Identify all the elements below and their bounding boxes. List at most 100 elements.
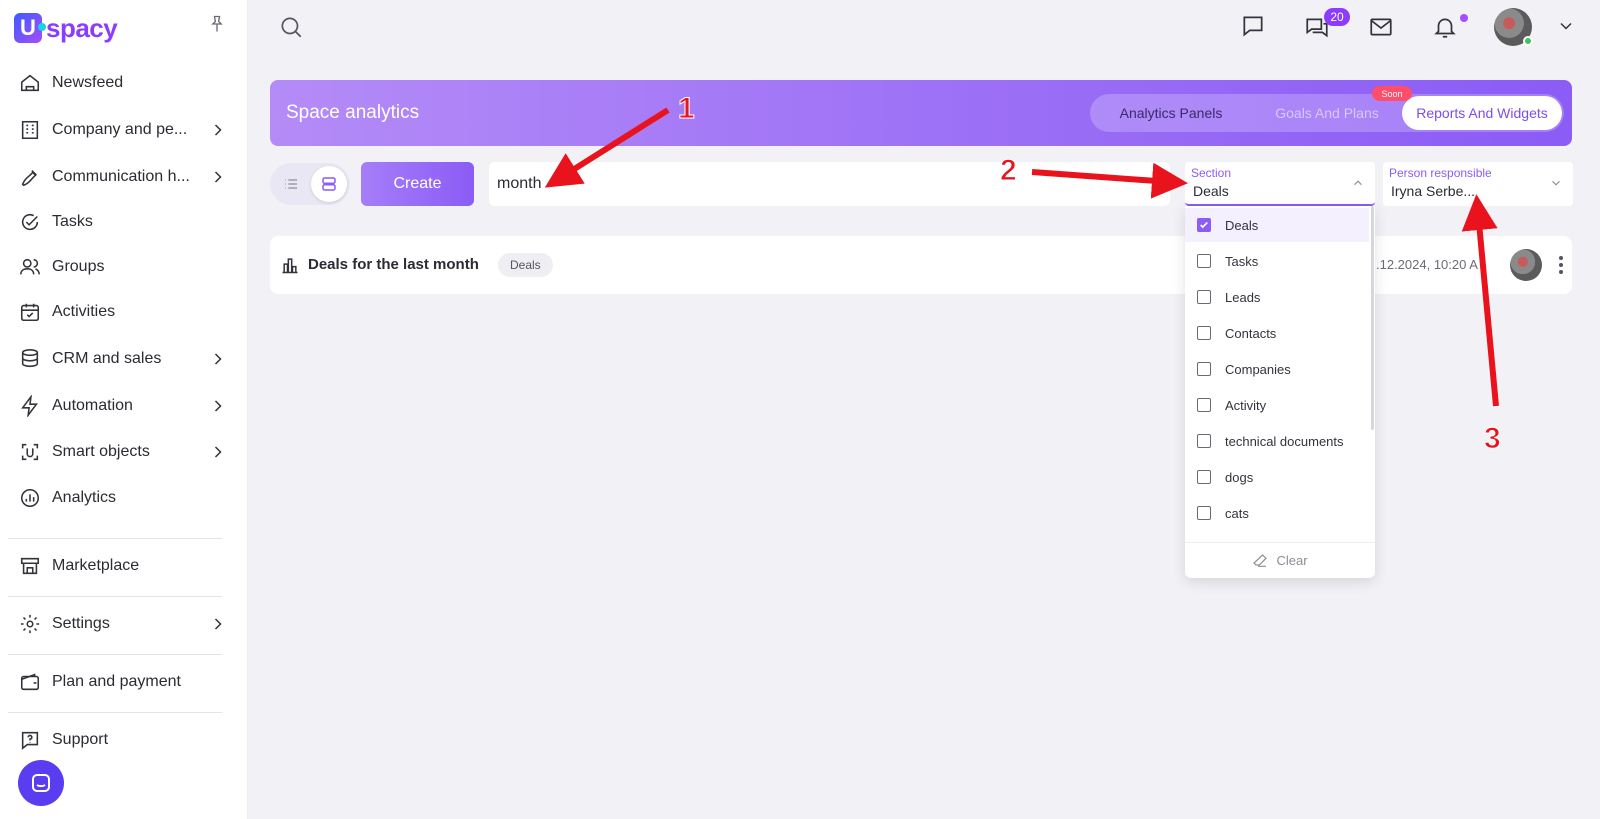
dropdown-option-deals[interactable]: Deals — [1185, 208, 1369, 242]
dropdown-option-leads[interactable]: Leads — [1185, 280, 1369, 314]
sidebar-item-company[interactable]: Company and pe... — [18, 112, 228, 148]
sidebar-item-settings[interactable]: Settings — [18, 606, 228, 642]
dropdown-option-dogs[interactable]: dogs — [1185, 460, 1369, 494]
bell-icon[interactable] — [1432, 14, 1458, 40]
clear-label: Clear — [1276, 553, 1308, 568]
sidebar-item-label: Tasks — [52, 213, 93, 230]
checkbox[interactable] — [1197, 218, 1211, 232]
chat-icon[interactable] — [1240, 13, 1266, 39]
dropdown-scrollbar[interactable] — [1371, 206, 1374, 430]
annotation-number-3: 3 — [1484, 422, 1502, 456]
list-item[interactable]: Deals for the last month Deals .12.2024,… — [270, 236, 1572, 294]
list-icon — [285, 179, 297, 189]
avatar[interactable] — [1510, 249, 1542, 281]
lightning-icon — [18, 394, 42, 418]
sidebar-item-groups[interactable]: Groups — [18, 249, 228, 285]
sidebar-divider — [8, 596, 222, 597]
search-input[interactable]: month — [489, 162, 1170, 206]
option-label: Tasks — [1225, 253, 1259, 269]
sidebar-item-label: Communication h... — [52, 168, 190, 185]
logo[interactable]: U spacy — [14, 12, 118, 44]
person-responsible-select[interactable]: Person responsible Iryna Serbe... — [1383, 162, 1573, 206]
sidebar-item-newsfeed[interactable]: Newsfeed — [18, 65, 228, 101]
sidebar-item-communication[interactable]: Communication h... — [18, 159, 228, 195]
checkbox[interactable] — [1197, 506, 1211, 520]
dropdown-option-activity[interactable]: Activity — [1185, 388, 1369, 422]
soon-badge: Soon — [1372, 86, 1412, 101]
option-label: Deals — [1225, 217, 1259, 233]
sidebar-item-label: Activities — [52, 303, 116, 320]
checkbox[interactable] — [1197, 434, 1211, 448]
chat-icon — [32, 774, 50, 792]
annotation-number-1: 1 — [678, 92, 696, 126]
wallet-icon — [18, 670, 42, 694]
list-view-button[interactable] — [273, 166, 309, 202]
checkbox[interactable] — [1197, 470, 1211, 484]
chevron-up-icon — [1354, 180, 1362, 186]
bar-chart-icon — [282, 258, 298, 274]
sidebar-item-label: Plan and payment — [52, 673, 181, 690]
dropdown-option-tasks[interactable]: Tasks — [1185, 244, 1369, 278]
dropdown-option-cats[interactable]: cats — [1185, 496, 1369, 530]
smart-object-icon — [18, 440, 42, 464]
section-dropdown: Deals Tasks Leads Contacts Companies Act… — [1185, 206, 1375, 578]
sidebar-item-label: Newsfeed — [52, 74, 124, 91]
checkbox[interactable] — [1197, 362, 1211, 376]
home-icon — [18, 71, 42, 95]
dropdown-option-contacts[interactable]: Contacts — [1185, 316, 1369, 350]
sidebar-item-marketplace[interactable]: Marketplace — [18, 548, 228, 584]
topbar: 20 — [248, 0, 1600, 56]
sidebar-item-label: Automation — [52, 397, 133, 414]
chevron-right-icon — [214, 353, 222, 365]
sidebar-item-activities[interactable]: Activities — [18, 294, 228, 330]
online-indicator — [1523, 36, 1533, 46]
option-label: Contacts — [1225, 325, 1277, 341]
chevron-right-icon — [214, 124, 222, 136]
live-chat-button[interactable] — [18, 760, 64, 806]
sidebar-divider — [8, 538, 222, 539]
view-toggle — [270, 163, 350, 205]
search-icon[interactable] — [278, 14, 304, 40]
checkbox[interactable] — [1197, 398, 1211, 412]
checkbox[interactable] — [1197, 254, 1211, 268]
sidebar-item-label: Settings — [52, 615, 110, 632]
tab-analytics-panels[interactable]: Analytics Panels — [1090, 94, 1252, 132]
page-title: Space analytics — [286, 102, 420, 123]
section-tag: Deals — [498, 253, 553, 277]
sidebar-item-automation[interactable]: Automation — [18, 388, 228, 424]
create-button[interactable]: Create — [361, 162, 474, 206]
pin-icon[interactable] — [207, 14, 227, 34]
checkbox[interactable] — [1197, 290, 1211, 304]
chevron-right-icon — [214, 446, 222, 458]
option-label: dogs — [1225, 469, 1254, 485]
check-icon — [1200, 221, 1208, 229]
chevron-down-icon[interactable] — [1556, 16, 1576, 36]
sidebar-divider — [8, 654, 222, 655]
sidebar-item-label: Analytics — [52, 489, 117, 506]
database-icon — [18, 347, 42, 371]
chevron-right-icon — [214, 400, 222, 412]
tab-reports-and-widgets[interactable]: Reports And Widgets — [1402, 96, 1562, 130]
communication-icon — [18, 165, 42, 189]
sidebar-item-tasks[interactable]: Tasks — [18, 204, 228, 240]
chevron-right-icon — [214, 618, 222, 630]
sidebar-item-smart-objects[interactable]: Smart objects — [18, 434, 228, 470]
sidebar-item-analytics[interactable]: Analytics — [18, 480, 228, 516]
section-select[interactable]: Section Deals — [1185, 162, 1375, 206]
sidebar-item-plan-and-payment[interactable]: Plan and payment — [18, 664, 228, 700]
dropdown-option-technical-documents[interactable]: technical documents — [1185, 424, 1369, 458]
chevron-down-icon — [1552, 180, 1560, 186]
sidebar-item-support[interactable]: Support — [18, 722, 228, 758]
sidebar-item-crm[interactable]: CRM and sales — [18, 341, 228, 377]
sidebar: U spacy Newsfeed Company and pe... Commu… — [0, 0, 248, 819]
more-vertical-icon[interactable] — [1558, 254, 1564, 276]
report-title[interactable]: Deals for the last month — [308, 256, 479, 273]
clear-button[interactable]: Clear — [1185, 542, 1375, 578]
tab-switcher: Analytics Panels Goals And Plans Reports… — [1090, 94, 1564, 132]
option-label: cats — [1225, 505, 1249, 521]
dropdown-option-companies[interactable]: Companies — [1185, 352, 1369, 386]
sidebar-divider — [8, 712, 222, 713]
card-view-button[interactable] — [311, 166, 347, 202]
checkbox[interactable] — [1197, 326, 1211, 340]
mail-icon[interactable] — [1368, 14, 1394, 40]
